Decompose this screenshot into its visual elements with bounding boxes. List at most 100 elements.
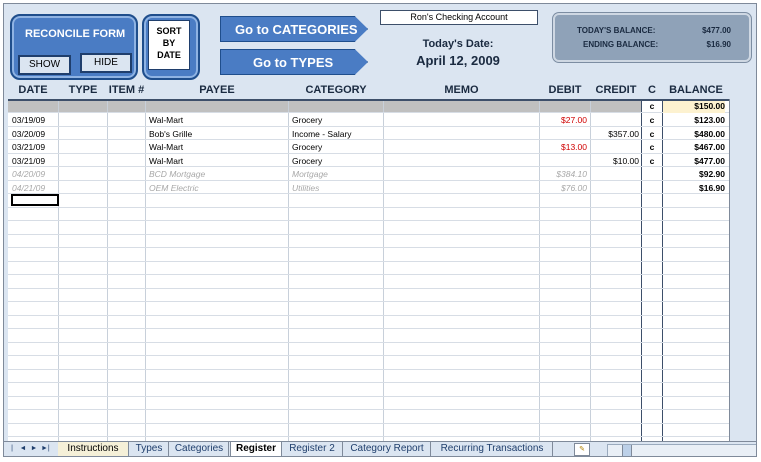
cell-c[interactable]: c xyxy=(642,114,662,127)
cell-payee[interactable]: BCD Mortgage xyxy=(149,168,287,181)
grid-hline xyxy=(8,395,729,397)
cell-payee[interactable]: Wal-Mart xyxy=(149,141,287,154)
spreadsheet-window: RECONCILE FORM SHOW HIDE SORT BY DATE Go… xyxy=(3,3,757,457)
grid-hline xyxy=(8,341,729,343)
cell-credit[interactable] xyxy=(591,168,639,181)
cell-category[interactable]: Income - Salary xyxy=(292,128,382,141)
grid-hline xyxy=(8,328,729,329)
cell-memo[interactable] xyxy=(387,141,537,154)
hide-button[interactable]: HIDE xyxy=(80,53,132,73)
grid-hline xyxy=(8,409,729,410)
insert-sheet-icon[interactable]: ✎ xyxy=(574,443,590,456)
grid-hline xyxy=(8,220,729,221)
grid-hline xyxy=(8,436,729,437)
sort-label-line2: BY xyxy=(162,38,176,48)
prev-sheet-icon[interactable]: ◄ xyxy=(19,444,27,454)
cell-balance[interactable]: $16.90 xyxy=(663,182,725,195)
cell-date[interactable]: 03/21/09 xyxy=(12,141,58,154)
cell-category[interactable]: Grocery xyxy=(292,114,382,127)
cell-c[interactable] xyxy=(642,182,662,195)
column-header-memo: MEMO xyxy=(444,84,479,96)
first-sheet-icon[interactable]: |◄ xyxy=(8,444,16,456)
horizontal-scrollbar[interactable] xyxy=(607,444,756,456)
go-to-categories-button[interactable]: Go to CATEGORIES xyxy=(220,16,368,42)
grid-hline xyxy=(8,422,729,424)
cell-category[interactable]: Grocery xyxy=(292,155,382,168)
cell-c[interactable]: c xyxy=(642,141,662,154)
cell-memo[interactable] xyxy=(387,168,537,181)
cell-credit[interactable] xyxy=(591,182,639,195)
go-to-types-button[interactable]: Go to TYPES xyxy=(220,49,368,75)
opening-c[interactable]: c xyxy=(642,101,662,113)
cell-memo[interactable] xyxy=(387,182,537,195)
cell-date[interactable]: 04/20/09 xyxy=(12,168,58,181)
sheet-tab-types[interactable]: Types xyxy=(130,442,169,456)
cell-category[interactable]: Grocery xyxy=(292,141,382,154)
sheet-tab-bar: |◄ ◄ ► ►| InstructionsTypesCategoriesReg… xyxy=(4,441,756,456)
column-header-type: TYPE xyxy=(68,84,98,96)
cell-c[interactable] xyxy=(642,168,662,181)
column-header-debit: DEBIT xyxy=(548,84,582,96)
grid-hline xyxy=(8,355,729,356)
ending-balance-value: $16.90 xyxy=(706,40,731,49)
cell-date[interactable]: 03/19/09 xyxy=(12,114,58,127)
sort-label-line3: DATE xyxy=(157,50,181,60)
column-header-date: DATE xyxy=(18,84,48,96)
sort-by-date-button[interactable]: SORT BY DATE xyxy=(142,14,200,80)
cell-category[interactable]: Utilities xyxy=(292,182,382,195)
cell-balance[interactable]: $480.00 xyxy=(663,128,725,141)
sheet-tab-recurring-transactions[interactable]: Recurring Transactions xyxy=(432,442,553,456)
cell-memo[interactable] xyxy=(387,114,537,127)
cell-date[interactable]: 03/21/09 xyxy=(12,155,58,168)
cell-payee[interactable]: Bob's Grille xyxy=(149,128,287,141)
grid-hline xyxy=(8,382,729,383)
sheet-tab-register[interactable]: Register xyxy=(230,442,282,456)
cell-debit[interactable] xyxy=(540,128,587,141)
cell-date[interactable]: 04/21/09 xyxy=(12,182,58,195)
cell-payee[interactable]: OEM Electric xyxy=(149,182,287,195)
column-header-c: C xyxy=(648,84,656,96)
column-header-row: DATE TYPE ITEM # PAYEE CATEGORY MEMO DEB… xyxy=(8,84,729,99)
cell-debit[interactable] xyxy=(540,155,587,168)
cell-credit[interactable]: $10.00 xyxy=(591,155,639,168)
cell-balance[interactable]: $477.00 xyxy=(663,155,725,168)
cell-debit[interactable]: $76.00 xyxy=(540,182,587,195)
sheet-tab-instructions[interactable]: Instructions xyxy=(58,442,129,456)
cell-debit[interactable]: $384.10 xyxy=(540,168,587,181)
grid-hline xyxy=(8,301,729,302)
cell-credit[interactable]: $357.00 xyxy=(591,128,639,141)
cell-payee[interactable]: Wal-Mart xyxy=(149,155,287,168)
cell-balance[interactable]: $467.00 xyxy=(663,141,725,154)
cell-balance[interactable]: $123.00 xyxy=(663,114,725,127)
cell-memo[interactable] xyxy=(387,155,537,168)
grid-hline xyxy=(8,314,729,316)
cell-c[interactable]: c xyxy=(642,128,662,141)
cell-debit[interactable]: $27.00 xyxy=(540,114,587,127)
sheet-tab-category-report[interactable]: Category Report xyxy=(344,442,431,456)
register-grid[interactable]: c $150.00 03/19/09 Wal-Mart Grocery $27.00 c… xyxy=(8,99,729,443)
show-button[interactable]: SHOW xyxy=(18,55,71,75)
next-sheet-icon[interactable]: ► xyxy=(30,444,38,454)
cell-debit[interactable]: $13.00 xyxy=(540,141,587,154)
sheet-tab-register-2[interactable]: Register 2 xyxy=(282,442,343,456)
ending-balance-label: ENDING BALANCE: xyxy=(583,40,659,49)
cell-memo[interactable] xyxy=(387,128,537,141)
grid-hline xyxy=(8,368,729,370)
cell-credit[interactable] xyxy=(591,114,639,127)
todays-date-value: April 12, 2009 xyxy=(416,53,500,68)
last-sheet-icon[interactable]: ►| xyxy=(41,444,50,454)
active-cell[interactable] xyxy=(11,194,59,206)
opening-balance[interactable]: $150.00 xyxy=(663,101,725,113)
cell-payee[interactable]: Wal-Mart xyxy=(149,114,287,127)
column-header-credit: CREDIT xyxy=(595,84,637,96)
sheet-tab-categories[interactable]: Categories xyxy=(170,442,229,456)
cell-balance[interactable]: $92.90 xyxy=(663,168,725,181)
grid-hline xyxy=(8,260,729,262)
column-header-payee: PAYEE xyxy=(199,84,235,96)
scrollbar-thumb[interactable] xyxy=(622,445,632,456)
todays-balance-value: $477.00 xyxy=(702,26,731,35)
cell-credit[interactable] xyxy=(591,141,639,154)
cell-category[interactable]: Mortgage xyxy=(292,168,382,181)
cell-c[interactable]: c xyxy=(642,155,662,168)
cell-date[interactable]: 03/20/09 xyxy=(12,128,58,141)
